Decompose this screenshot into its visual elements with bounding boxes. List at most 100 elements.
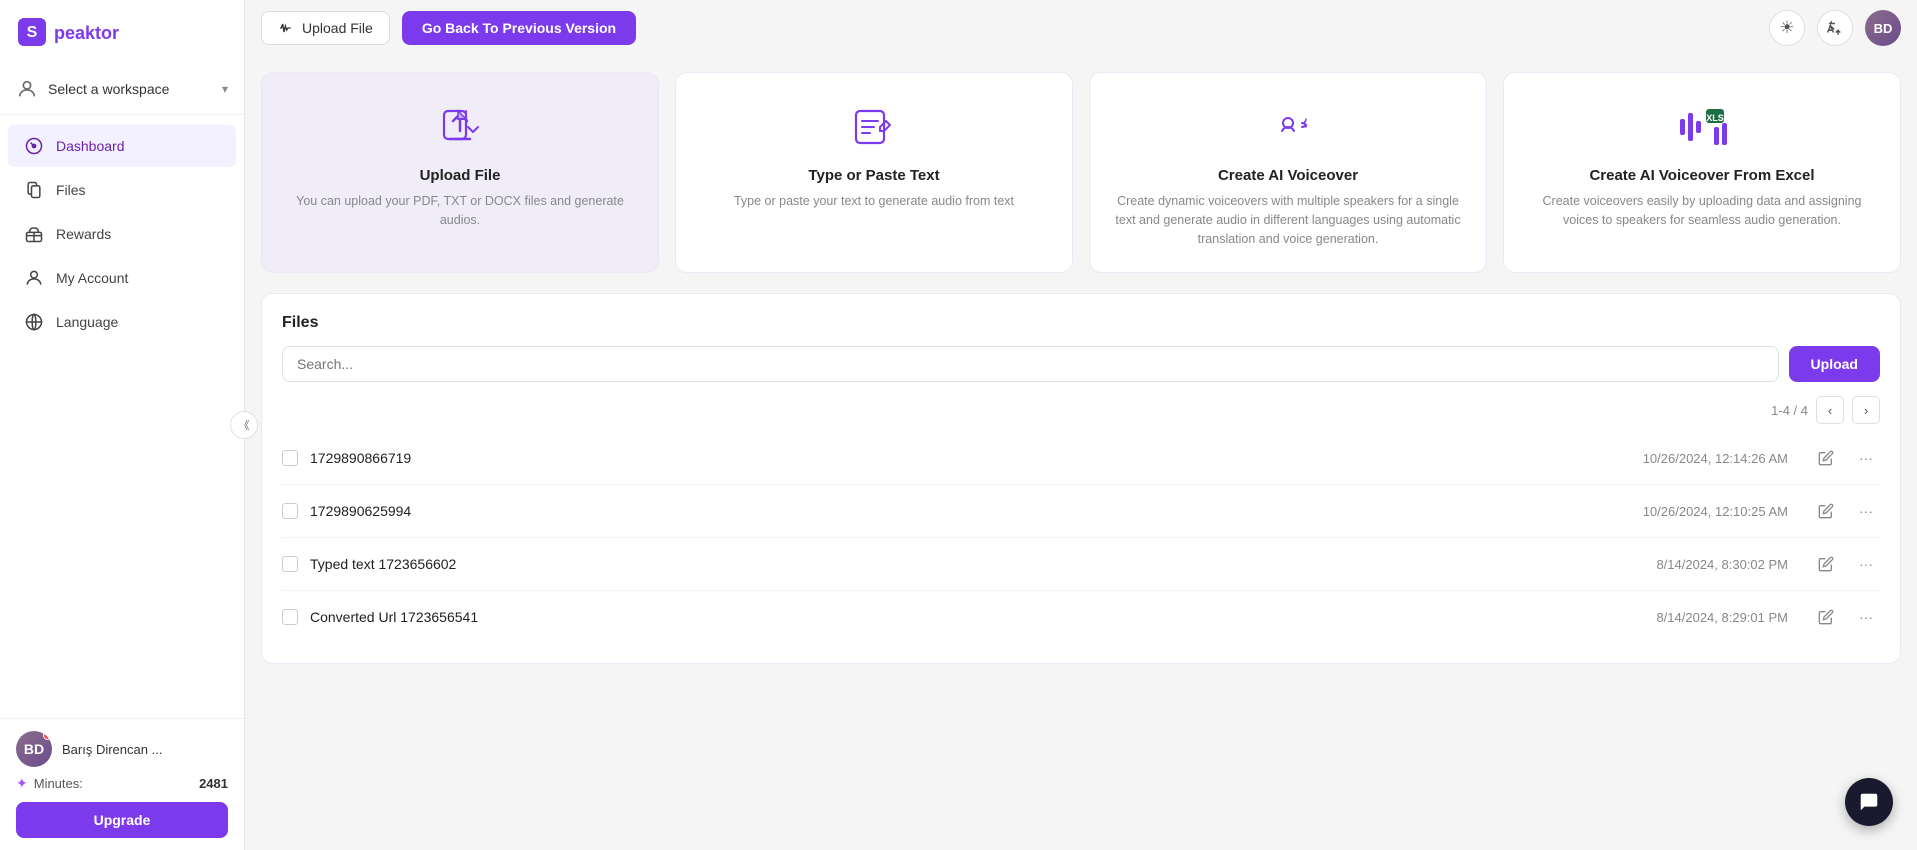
file-edit-button-4[interactable] [1812,603,1840,631]
logo-container: S peaktor [0,0,244,64]
files-icon [24,180,44,200]
file-date-4: 8/14/2024, 8:29:01 PM [1656,610,1788,625]
files-section: Files Upload 1-4 / 4 ‹ › 1729890866719 1… [261,293,1901,664]
avatar: BD [16,731,52,767]
user-info: BD Barış Direncan ... [16,731,228,767]
go-back-button[interactable]: Go Back To Previous Version [402,11,636,45]
rewards-icon [24,224,44,244]
workspace-selector[interactable]: Select a workspace ▾ [0,64,244,115]
dashboard-icon [24,136,44,156]
file-checkbox-1[interactable] [282,450,298,466]
chat-icon [1858,791,1880,813]
user-avatar-topbar[interactable]: BD [1865,10,1901,46]
file-more-button-3[interactable]: ··· [1852,550,1880,578]
file-checkbox-4[interactable] [282,609,298,625]
file-checkbox-3[interactable] [282,556,298,572]
translate-button[interactable] [1817,10,1853,46]
file-name-3: Typed text 1723656602 [310,556,1644,572]
chat-bubble-button[interactable] [1845,778,1893,826]
nav-items: Dashboard Files Rewards My Account [0,115,244,718]
sun-icon: ☀ [1779,18,1794,38]
speaktor-logo: S peaktor [16,14,156,50]
upload-file-card-desc: You can upload your PDF, TXT or DOCX fil… [282,192,638,230]
upload-file-button[interactable]: Upload File [261,11,390,45]
file-more-button-1[interactable]: ··· [1852,444,1880,472]
file-more-button-4[interactable]: ··· [1852,603,1880,631]
files-header: Files [282,314,1880,332]
file-date-1: 10/26/2024, 12:14:26 AM [1643,451,1788,466]
translate-icon [1826,19,1844,37]
sidebar-item-files[interactable]: Files [8,169,236,211]
spark-icon: ✦ [16,775,28,792]
sidebar-item-files-label: Files [56,182,86,198]
pagination-info: 1-4 / 4 [1771,403,1808,418]
collapse-icon: 《 [239,417,250,433]
type-paste-card-icon [848,101,900,153]
minutes-value: 2481 [199,776,228,791]
waveform-icon [278,20,294,36]
ai-voiceover-excel-card-title: Create AI Voiceover From Excel [1589,167,1814,184]
file-edit-button-2[interactable] [1812,497,1840,525]
sidebar-item-dashboard[interactable]: Dashboard [8,125,236,167]
upload-button[interactable]: Upload [1789,346,1880,382]
theme-toggle-button[interactable]: ☀ [1769,10,1805,46]
topbar-right: ☀ BD [1769,10,1901,46]
edit-icon [1818,503,1834,519]
file-more-button-2[interactable]: ··· [1852,497,1880,525]
file-edit-button-1[interactable] [1812,444,1840,472]
file-date-3: 8/14/2024, 8:30:02 PM [1656,557,1788,572]
sidebar-item-rewards-label: Rewards [56,226,111,242]
table-row: 1729890866719 10/26/2024, 12:14:26 AM ··… [282,432,1880,485]
file-checkbox-2[interactable] [282,503,298,519]
upload-file-label: Upload File [302,20,373,36]
file-name-2: 1729890625994 [310,503,1631,519]
ai-voiceover-card-desc: Create dynamic voiceovers with multiple … [1110,192,1466,248]
ai-voiceover-excel-icon-svg: XLS [1676,101,1728,153]
edit-icon [1818,450,1834,466]
sidebar-item-rewards[interactable]: Rewards [8,213,236,255]
feature-card-ai-voiceover[interactable]: Create AI Voiceover Create dynamic voice… [1089,72,1487,273]
sidebar-item-dashboard-label: Dashboard [56,138,125,154]
file-edit-button-3[interactable] [1812,550,1840,578]
chevron-down-icon: ▾ [222,82,228,96]
upload-file-card-title: Upload File [420,167,501,184]
svg-text:peaktor: peaktor [54,23,119,43]
feature-card-ai-voiceover-excel[interactable]: XLS Create AI Voiceover From Excel Creat… [1503,72,1901,273]
file-date-2: 10/26/2024, 12:10:25 AM [1643,504,1788,519]
type-paste-card-title: Type or Paste Text [808,167,939,184]
file-name-4: Converted Url 1723656541 [310,609,1644,625]
collapse-sidebar-button[interactable]: 《 [230,411,258,439]
minutes-label: Minutes: [34,776,83,791]
feature-cards: Upload File You can upload your PDF, TXT… [261,72,1901,273]
minutes-row: ✦ Minutes: 2481 [16,775,228,792]
upgrade-button[interactable]: Upgrade [16,802,228,838]
sidebar-item-language-label: Language [56,314,118,330]
workspace-label: Select a workspace [48,81,212,97]
upload-file-card-icon [434,101,486,153]
ai-voiceover-excel-card-desc: Create voiceovers easily by uploading da… [1524,192,1880,230]
search-upload-row: Upload [282,346,1880,382]
ai-voiceover-card-icon [1262,101,1314,153]
sidebar-item-language[interactable]: Language [8,301,236,343]
svg-text:S: S [27,24,38,41]
notification-dot [43,731,52,740]
table-row: Converted Url 1723656541 8/14/2024, 8:29… [282,591,1880,643]
feature-card-upload-file[interactable]: Upload File You can upload your PDF, TXT… [261,72,659,273]
file-name-1: 1729890866719 [310,450,1631,466]
account-icon [24,268,44,288]
edit-icon [1818,556,1834,572]
ai-voiceover-icon-svg [1264,103,1312,151]
ai-voiceover-excel-card-icon: XLS [1676,101,1728,153]
type-paste-card-desc: Type or paste your text to generate audi… [734,192,1014,211]
next-page-button[interactable]: › [1852,396,1880,424]
prev-page-button[interactable]: ‹ [1816,396,1844,424]
user-name: Barış Direncan ... [62,742,162,757]
edit-icon [1818,609,1834,625]
search-input[interactable] [282,346,1779,382]
sidebar: S peaktor Select a workspace ▾ Dashboard… [0,0,245,850]
feature-card-type-paste[interactable]: Type or Paste Text Type or paste your te… [675,72,1073,273]
ai-voiceover-card-title: Create AI Voiceover [1218,167,1358,184]
language-icon [24,312,44,332]
sidebar-item-my-account[interactable]: My Account [8,257,236,299]
main-content: Upload File Go Back To Previous Version … [245,0,1917,850]
